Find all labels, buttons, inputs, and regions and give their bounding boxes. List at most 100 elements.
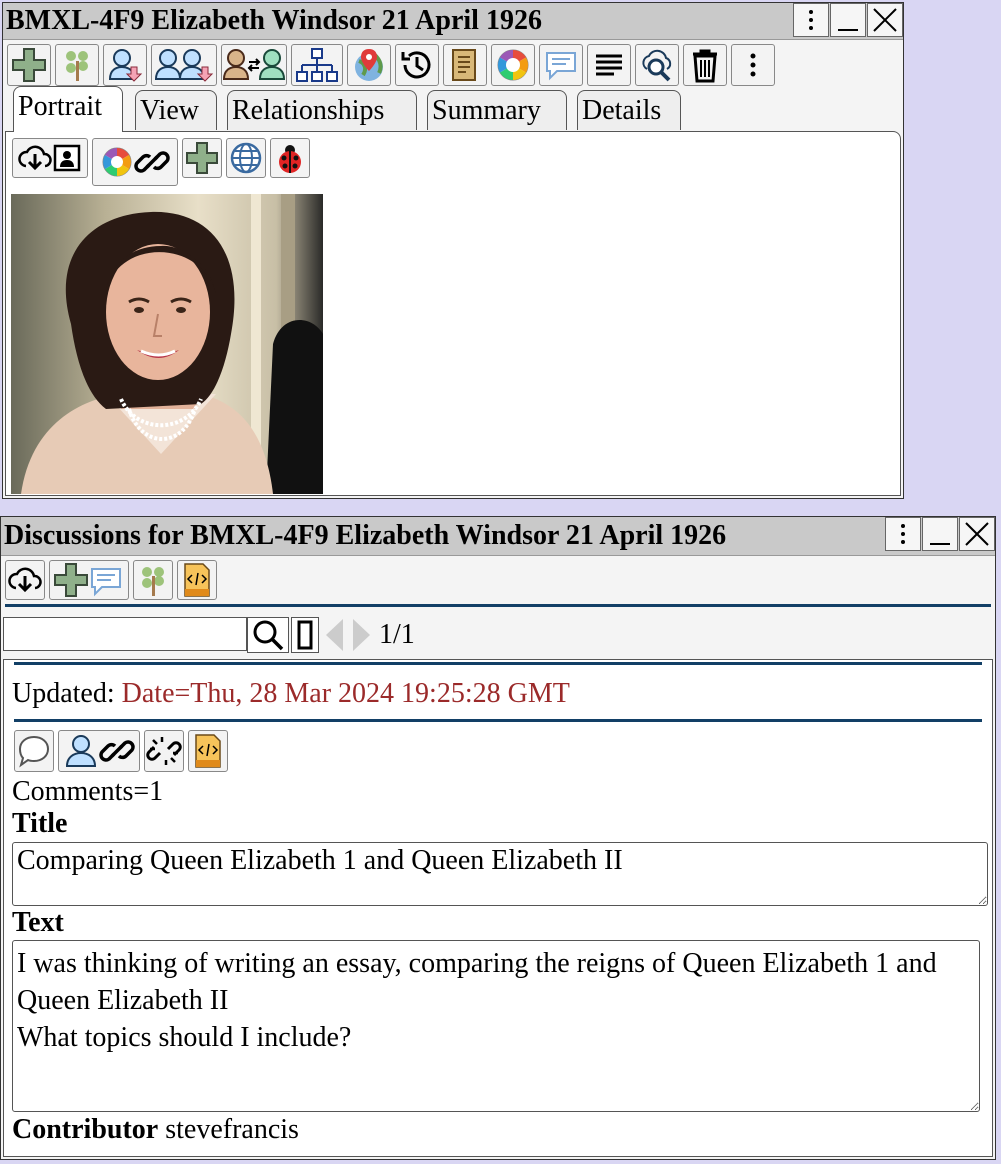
close-icon — [965, 522, 989, 546]
chat-icon — [91, 568, 121, 597]
person-window: BMXL-4F9 Elizabeth Windsor 21 April 1926 — [2, 2, 904, 499]
text-field[interactable] — [12, 940, 980, 1112]
add-icon — [54, 563, 88, 597]
discussions-window-titlebar[interactable]: Discussions for BMXL-4F9 Elizabeth Winds… — [1, 517, 995, 556]
delete-button[interactable] — [683, 44, 727, 86]
scroll-icon — [452, 49, 476, 81]
download-person-icon — [108, 49, 143, 82]
text-label: Text — [12, 907, 64, 938]
color-wheel-button[interactable] — [491, 44, 535, 86]
minimize-button[interactable] — [830, 3, 866, 37]
xml-button[interactable] — [188, 730, 228, 772]
vertical-dots-icon — [901, 524, 905, 544]
swap-people-button[interactable] — [221, 44, 287, 86]
next-page-button[interactable] — [349, 617, 373, 653]
portrait-toolbar — [6, 132, 900, 192]
tab-view[interactable]: View — [135, 90, 217, 130]
link-portrait-button[interactable] — [92, 138, 178, 186]
comment-button[interactable] — [14, 730, 54, 772]
history-icon — [401, 51, 431, 79]
add-discussion-button[interactable] — [49, 560, 129, 600]
triangle-right-icon — [353, 619, 370, 651]
ladybug-icon — [279, 145, 301, 173]
tab-relationships[interactable]: Relationships — [227, 90, 417, 130]
search-input[interactable] — [3, 617, 247, 651]
tab-portrait[interactable]: Portrait — [13, 86, 123, 132]
link-icon — [134, 151, 170, 173]
window-menu-button[interactable] — [793, 3, 829, 37]
comments-count: Comments=1 — [12, 776, 164, 807]
map-button[interactable] — [347, 44, 391, 86]
link-person-button[interactable] — [58, 730, 140, 772]
trash-icon — [693, 49, 717, 83]
xml-file-icon — [195, 734, 221, 768]
updated-row: Updated: Date=Thu, 28 Mar 2024 19:25:28 … — [4, 665, 992, 713]
portrait-panel — [5, 131, 901, 496]
cloud-search-button[interactable] — [635, 44, 679, 86]
contributor-label: Contributor — [12, 1114, 159, 1145]
person-window-titlebar[interactable]: BMXL-4F9 Elizabeth Windsor 21 April 1926 — [3, 3, 903, 40]
color-wheel-icon — [102, 147, 132, 177]
unlink-button[interactable] — [144, 730, 184, 772]
minimize-icon — [838, 29, 858, 31]
prev-page-button[interactable] — [323, 617, 347, 653]
discussion-toolbar — [4, 722, 992, 774]
sources-button[interactable] — [443, 44, 487, 86]
notes-button[interactable] — [587, 44, 631, 86]
person-toolbar — [3, 40, 903, 86]
download-people-icon — [154, 49, 214, 82]
close-button[interactable] — [959, 517, 995, 551]
chat-icon — [546, 52, 576, 81]
broken-link-icon — [146, 737, 182, 765]
download-portrait-button[interactable] — [12, 138, 88, 178]
more-icon — [750, 53, 756, 77]
discussions-button[interactable] — [539, 44, 583, 86]
download-person-button[interactable] — [103, 44, 147, 86]
link-icon — [99, 740, 135, 762]
discussion-panel: Updated: Date=Thu, 28 Mar 2024 19:25:28 … — [3, 659, 993, 1157]
pedigree-icon — [296, 48, 338, 82]
swap-people-icon — [223, 49, 285, 80]
title-field[interactable] — [12, 842, 988, 906]
globe-icon — [230, 142, 262, 174]
speech-bubble-icon — [18, 735, 50, 768]
close-button[interactable] — [867, 3, 903, 37]
rectangle-icon — [297, 620, 313, 650]
triangle-left-icon — [326, 619, 343, 651]
add-person-button[interactable] — [7, 44, 51, 86]
more-button[interactable] — [731, 44, 775, 86]
portrait-icon — [53, 144, 81, 172]
title-label: Title — [12, 808, 68, 839]
discussions-toolbar — [1, 556, 995, 600]
select-mode-button[interactable] — [291, 617, 319, 653]
debug-button[interactable] — [270, 138, 310, 178]
vertical-dots-icon — [809, 10, 813, 30]
search-row: 1/1 — [1, 607, 995, 653]
lines-icon — [596, 54, 622, 76]
map-pin-icon — [355, 49, 383, 81]
minimize-button[interactable] — [922, 517, 958, 551]
add-portrait-button[interactable] — [182, 138, 222, 178]
xml-button[interactable] — [177, 560, 217, 600]
web-portrait-button[interactable] — [226, 138, 266, 178]
updated-value: Date=Thu, 28 Mar 2024 19:25:28 GMT — [121, 678, 570, 709]
history-button[interactable] — [395, 44, 439, 86]
pedigree-button[interactable] — [291, 44, 343, 86]
download-discussions-button[interactable] — [5, 560, 45, 600]
tab-details[interactable]: Details — [577, 90, 681, 130]
search-button[interactable] — [247, 617, 289, 653]
download-people-button[interactable] — [151, 44, 217, 86]
pager-count: 1/1 — [379, 619, 415, 650]
portrait-photo — [11, 194, 323, 494]
add-icon — [186, 142, 218, 174]
tree-icon — [142, 567, 164, 596]
contributor-value: stevefrancis — [165, 1114, 299, 1145]
window-menu-button[interactable] — [885, 517, 921, 551]
tab-summary[interactable]: Summary — [427, 90, 567, 130]
tree-button[interactable] — [55, 44, 99, 86]
color-wheel-icon — [497, 49, 529, 81]
person-window-title: BMXL-4F9 Elizabeth Windsor 21 April 1926 — [6, 5, 542, 36]
tree-button[interactable] — [133, 560, 173, 600]
discussions-window: Discussions for BMXL-4F9 Elizabeth Winds… — [0, 516, 996, 1160]
portrait-image — [11, 194, 323, 494]
